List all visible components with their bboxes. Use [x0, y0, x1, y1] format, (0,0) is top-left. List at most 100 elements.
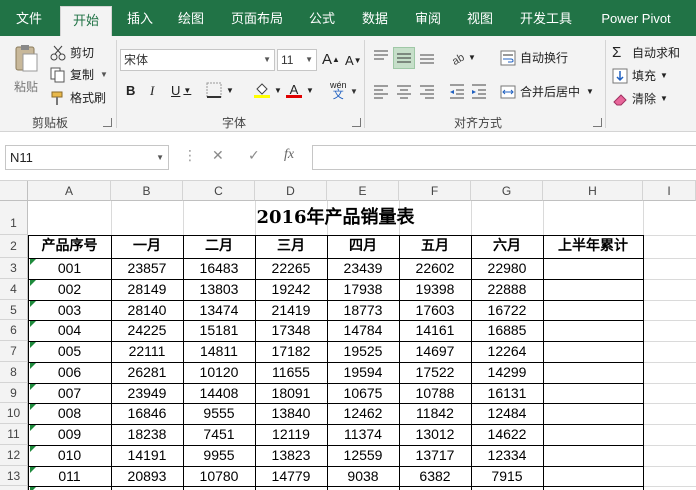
- error-indicator-icon[interactable]: [30, 466, 36, 473]
- table-cell[interactable]: 7915: [471, 466, 543, 487]
- column-header[interactable]: F: [399, 181, 471, 201]
- table-cell[interactable]: 22265: [255, 258, 327, 279]
- table-cell[interactable]: 11842: [399, 403, 471, 424]
- error-indicator-icon[interactable]: [30, 362, 36, 369]
- table-cell[interactable]: 19242: [255, 279, 327, 300]
- column-header[interactable]: C: [183, 181, 255, 201]
- tab-draw[interactable]: 绘图: [173, 0, 209, 36]
- table-cell[interactable]: 10788: [399, 383, 471, 404]
- table-cell[interactable]: 17914: [111, 486, 183, 490]
- table-cell[interactable]: 008: [28, 403, 111, 424]
- error-indicator-icon[interactable]: [30, 404, 36, 411]
- table-cell[interactable]: 19525: [327, 341, 399, 362]
- table-cell[interactable]: 005: [28, 341, 111, 362]
- row-header[interactable]: 8: [0, 361, 28, 383]
- error-indicator-icon[interactable]: [30, 425, 36, 431]
- clear-button[interactable]: 清除 ▼: [612, 90, 668, 107]
- align-bottom-button[interactable]: [418, 48, 436, 66]
- tab-view[interactable]: 视图: [462, 0, 498, 36]
- table-cell[interactable]: 9555: [183, 403, 255, 424]
- column-header[interactable]: D: [255, 181, 327, 201]
- table-cell[interactable]: 004: [28, 320, 111, 341]
- cut-button[interactable]: 剪切: [50, 44, 94, 61]
- name-box[interactable]: N11 ▼: [5, 145, 169, 170]
- autosum-button[interactable]: Σ 自动求和: [612, 44, 680, 61]
- wrap-text-button[interactable]: 自动换行: [500, 49, 568, 66]
- row-header[interactable]: 11: [0, 424, 28, 445]
- row-header[interactable]: 10: [0, 403, 28, 424]
- table-cell[interactable]: 17522: [399, 362, 471, 383]
- table-cell[interactable]: 20893: [111, 466, 183, 487]
- select-all-corner[interactable]: [0, 181, 28, 201]
- column-header[interactable]: A: [28, 181, 111, 201]
- table-cell[interactable]: 16483: [183, 258, 255, 279]
- alignment-launcher-icon[interactable]: [593, 118, 602, 127]
- column-header[interactable]: H: [543, 181, 643, 201]
- row-header[interactable]: 13: [0, 465, 28, 487]
- table-cell[interactable]: 011: [28, 466, 111, 487]
- error-indicator-icon[interactable]: [30, 321, 36, 328]
- copy-dropdown-icon[interactable]: ▼: [100, 70, 108, 79]
- table-cell[interactable]: 18238: [111, 424, 183, 445]
- table-cell[interactable]: 11638: [471, 486, 543, 490]
- table-cell[interactable]: 13803: [183, 279, 255, 300]
- align-top-button[interactable]: [372, 48, 390, 66]
- error-indicator-icon[interactable]: [30, 259, 36, 265]
- header-cell[interactable]: 上半年累计: [543, 235, 643, 258]
- table-cell[interactable]: 22888: [471, 279, 543, 300]
- table-cell[interactable]: 12119: [255, 424, 327, 445]
- row-header[interactable]: 7: [0, 341, 28, 362]
- table-cell[interactable]: 16885: [471, 320, 543, 341]
- italic-button[interactable]: I: [150, 83, 154, 99]
- table-cell[interactable]: 001: [28, 258, 111, 279]
- table-cell[interactable]: 007: [28, 383, 111, 404]
- row-header[interactable]: 4: [0, 278, 28, 300]
- table-cell[interactable]: 9038: [327, 466, 399, 487]
- insert-function-button[interactable]: fx: [284, 147, 294, 163]
- tab-formulas[interactable]: 公式: [304, 0, 340, 36]
- table-cell[interactable]: 14299: [471, 362, 543, 383]
- table-cell[interactable]: 22602: [399, 258, 471, 279]
- fill-button[interactable]: 填充 ▼: [612, 67, 668, 84]
- error-indicator-icon[interactable]: [30, 279, 36, 286]
- table-cell[interactable]: 16846: [111, 403, 183, 424]
- enter-icon[interactable]: ✓: [248, 147, 260, 164]
- row-header[interactable]: 12: [0, 444, 28, 466]
- table-cell[interactable]: 16797: [255, 486, 327, 490]
- table-cell[interactable]: 15181: [183, 320, 255, 341]
- error-indicator-icon[interactable]: [30, 383, 36, 390]
- table-cell[interactable]: 28140: [111, 300, 183, 321]
- table-cell[interactable]: 7451: [183, 424, 255, 445]
- merge-center-button[interactable]: 合并后居中 ▼: [500, 83, 594, 100]
- table-cell[interactable]: 23439: [327, 258, 399, 279]
- formula-input[interactable]: [312, 145, 696, 170]
- table-cell[interactable]: 18773: [327, 300, 399, 321]
- header-cell[interactable]: 四月: [327, 235, 399, 258]
- table-cell[interactable]: 19398: [399, 279, 471, 300]
- table-cell[interactable]: 14811: [183, 341, 255, 362]
- table-cell[interactable]: 19594: [327, 362, 399, 383]
- copy-button[interactable]: 复制 ▼: [50, 66, 108, 83]
- table-cell[interactable]: 012: [28, 486, 111, 490]
- table-cell[interactable]: 10675: [327, 383, 399, 404]
- table-cell[interactable]: 13012: [399, 424, 471, 445]
- table-cell[interactable]: 10100: [183, 486, 255, 490]
- borders-button[interactable]: ▼: [206, 82, 234, 98]
- shrink-font-button[interactable]: A ▼: [345, 53, 362, 68]
- tab-file[interactable]: 文件: [0, 0, 58, 36]
- tab-home[interactable]: 开始: [60, 6, 112, 36]
- column-header[interactable]: I: [643, 181, 696, 201]
- row-header[interactable]: 1: [0, 201, 28, 235]
- column-header[interactable]: G: [471, 181, 543, 201]
- table-cell[interactable]: 16722: [471, 300, 543, 321]
- table-cell[interactable]: 14622: [471, 424, 543, 445]
- header-cell[interactable]: 三月: [255, 235, 327, 258]
- header-cell[interactable]: 产品序号: [28, 235, 111, 258]
- row-header[interactable]: 2: [0, 235, 28, 258]
- format-painter-button[interactable]: 格式刷: [50, 89, 106, 106]
- header-cell[interactable]: 六月: [471, 235, 543, 258]
- table-cell[interactable]: 10780: [183, 466, 255, 487]
- table-cell[interactable]: 22980: [471, 258, 543, 279]
- error-indicator-icon[interactable]: [30, 445, 36, 452]
- tab-data[interactable]: 数据: [357, 0, 393, 36]
